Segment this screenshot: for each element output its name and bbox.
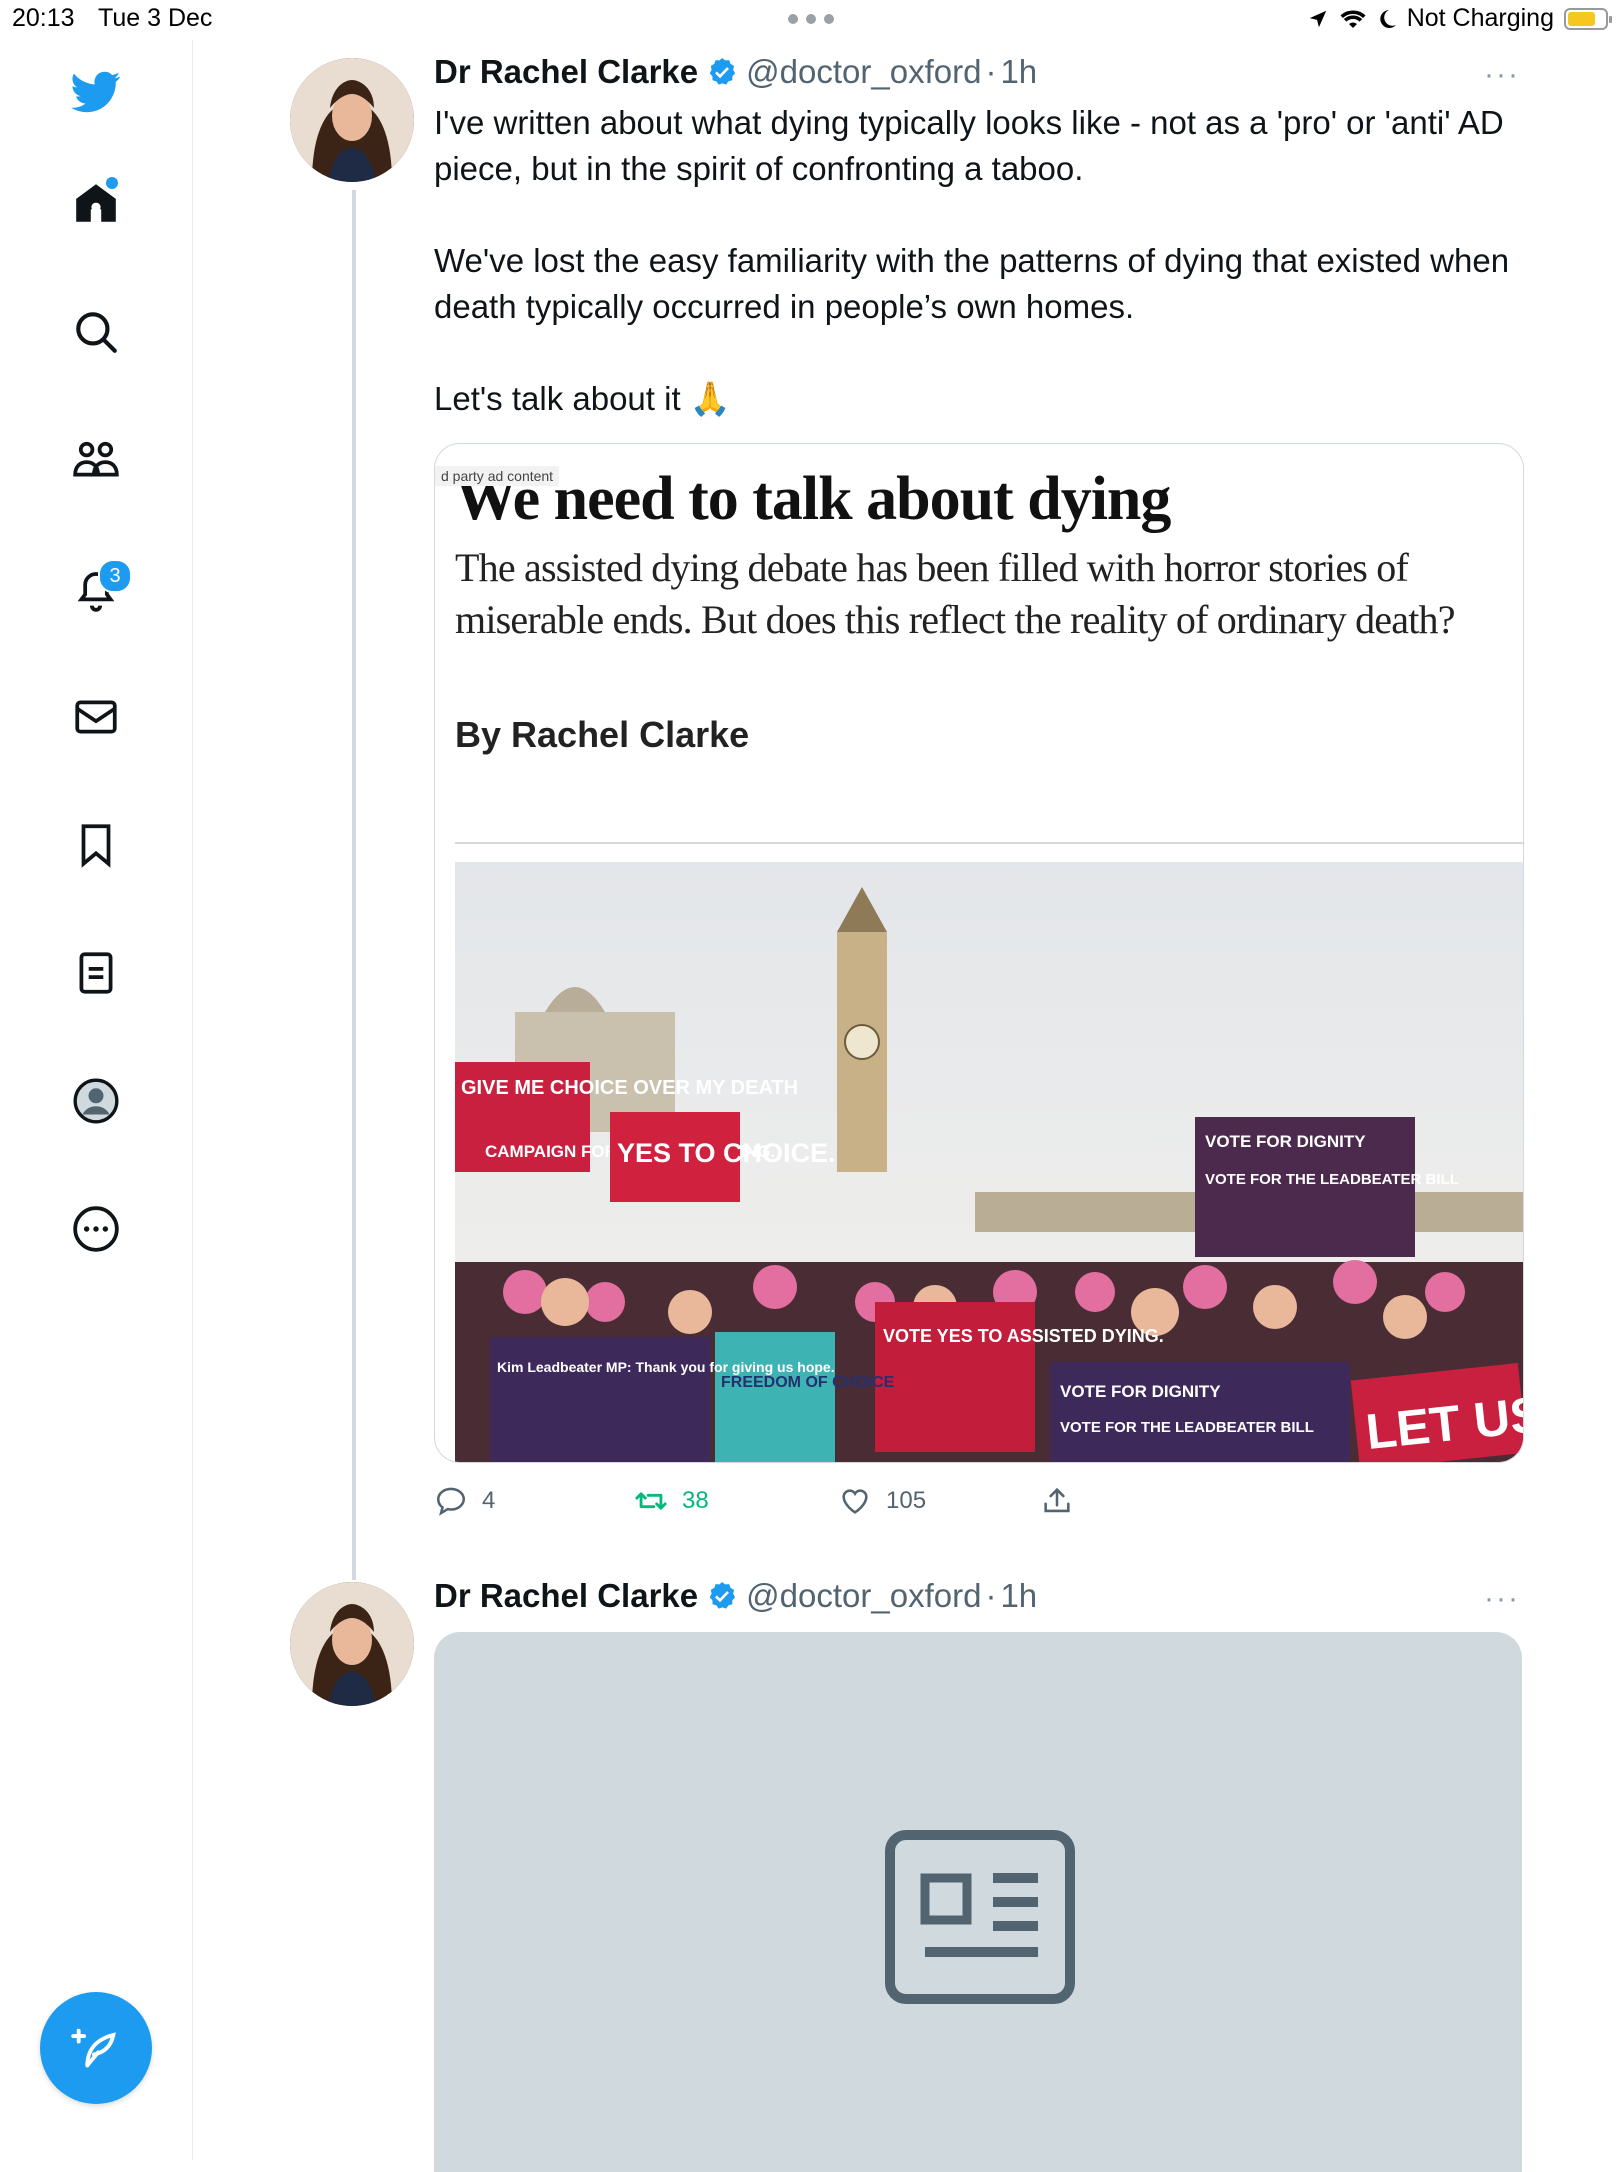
- moon-icon: [1379, 9, 1396, 28]
- sign-vote-dignity-1: VOTE FOR DIGNITY: [1205, 1132, 1366, 1151]
- reply-button[interactable]: 4: [434, 1484, 495, 1518]
- link-card[interactable]: We need to talk about dying d party ad c…: [434, 443, 1524, 1463]
- sign-leadbeater-1: VOTE FOR THE LEADBEATER BILL: [1205, 1171, 1459, 1188]
- sidebar: 3: [0, 40, 193, 2160]
- card-standfirst: The assisted dying debate has been fille…: [455, 545, 1455, 642]
- author-handle[interactable]: @doctor_oxford: [746, 1577, 981, 1615]
- reply-icon: [436, 1487, 466, 1516]
- sign-vote-dignity-2: VOTE FOR DIGNITY: [1060, 1382, 1221, 1401]
- more-options-icon[interactable]: ···: [1484, 58, 1520, 92]
- tweet-text: I've written about what dying typically …: [434, 100, 1524, 422]
- verified-badge-icon: [706, 56, 738, 88]
- nav-bookmarks[interactable]: [64, 813, 128, 877]
- author-name[interactable]: Dr Rachel Clarke: [434, 53, 698, 91]
- like-button[interactable]: 105: [838, 1484, 926, 1518]
- nav-notifications[interactable]: 3: [64, 557, 132, 621]
- sign-kim-leadbeater: Kim Leadbeater MP: Thank you for giving …: [497, 1359, 835, 1375]
- tweet-paragraph-3: Let's talk about it 🙏: [434, 380, 731, 417]
- multitasking-dots[interactable]: [788, 6, 834, 24]
- nav-home[interactable]: [64, 171, 128, 235]
- retweet-icon: [635, 1492, 667, 1510]
- reply-count: 4: [482, 1487, 496, 1514]
- sign-yes-to-choice: YES TO CHOICE.: [617, 1138, 836, 1168]
- retweet-button[interactable]: 38: [634, 1484, 709, 1518]
- compose-icon: [71, 2028, 116, 2068]
- communities-icon: [73, 441, 119, 477]
- location-arrow-icon: [1309, 10, 1326, 27]
- tweet-header: Dr Rachel Clarke @doctor_oxford · 1h: [434, 1577, 1037, 1615]
- sign-leadbeater-2: VOTE FOR THE LEADBEATER BILL: [1060, 1419, 1314, 1436]
- profile-icon: [73, 1078, 119, 1124]
- tweet-actions: 4 38 105: [434, 1484, 1174, 1524]
- battery-icon: [1564, 7, 1612, 30]
- tweet-paragraph-1: I've written about what dying typically …: [434, 104, 1504, 187]
- share-icon: [1044, 1487, 1070, 1513]
- retweet-count: 38: [682, 1487, 709, 1514]
- separator: ·: [985, 53, 997, 90]
- ad-label: d party ad content: [435, 466, 560, 486]
- avatar[interactable]: [290, 1582, 414, 1706]
- tweet-time[interactable]: 1h: [1000, 53, 1037, 91]
- lists-icon: [79, 952, 113, 994]
- nav-profile[interactable]: [64, 1069, 128, 1133]
- status-time: 20:13: [12, 4, 75, 32]
- heart-icon: [842, 1489, 868, 1514]
- card-divider: [455, 842, 1523, 844]
- sign-vote-yes: VOTE YES TO ASSISTED DYING.: [883, 1326, 1164, 1346]
- tweet-time[interactable]: 1h: [1000, 1577, 1037, 1615]
- card-byline: By Rachel Clarke: [455, 714, 750, 755]
- home-notification-dot: [106, 177, 118, 189]
- nav-messages[interactable]: [64, 685, 128, 749]
- card-photo: GIVE ME CHOICE OVER MY DEATH CAMPAIGN FO…: [455, 862, 1523, 1462]
- wifi-icon: [1340, 10, 1366, 28]
- compose-button[interactable]: [40, 1992, 152, 2104]
- author-handle[interactable]: @doctor_oxford: [746, 53, 981, 91]
- nav-communities[interactable]: [64, 428, 128, 492]
- bookmark-icon: [81, 824, 111, 868]
- tweet-header: Dr Rachel Clarke @doctor_oxford · 1h: [434, 53, 1037, 91]
- share-button[interactable]: [1040, 1484, 1074, 1518]
- nav-more[interactable]: [64, 1197, 128, 1261]
- author-name[interactable]: Dr Rachel Clarke: [434, 1577, 698, 1615]
- mail-icon: [75, 700, 117, 734]
- status-bar: 20:13 Tue 3 Dec Not Charging: [0, 0, 1620, 40]
- status-right: Not Charging: [1307, 4, 1612, 33]
- more-icon: [73, 1206, 119, 1252]
- more-options-icon[interactable]: ···: [1484, 1582, 1520, 1616]
- like-count: 105: [886, 1487, 927, 1514]
- card-headline: We need to talk about dying: [455, 465, 1171, 533]
- twitter-logo-icon[interactable]: [64, 60, 128, 124]
- separator: ·: [985, 1577, 997, 1614]
- search-icon: [76, 312, 117, 353]
- verified-badge-icon: [706, 1580, 738, 1612]
- thread-connector: [352, 190, 356, 1580]
- notifications-badge: 3: [98, 559, 132, 593]
- sign-give-me-choice: GIVE ME CHOICE OVER MY DEATH: [461, 1077, 798, 1099]
- status-date: Tue 3 Dec: [98, 4, 213, 32]
- nav-search[interactable]: [64, 300, 128, 364]
- sign-freedom-of-choice: FREEDOM OF CHOICE: [721, 1374, 895, 1391]
- avatar[interactable]: [290, 58, 414, 182]
- media-placeholder[interactable]: [434, 1632, 1522, 2172]
- nav-lists[interactable]: [64, 941, 128, 1005]
- charging-status: Not Charging: [1406, 4, 1554, 32]
- article-placeholder-icon: [885, 1830, 1075, 2004]
- tweet-paragraph-2: We've lost the easy familiarity with the…: [434, 242, 1510, 325]
